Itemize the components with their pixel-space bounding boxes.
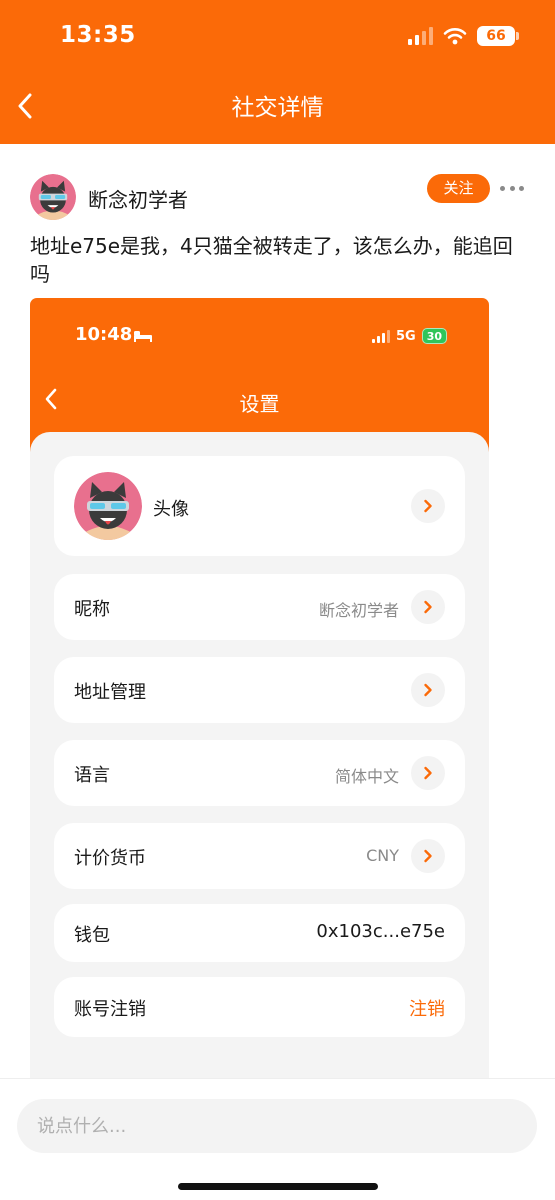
status-time: 13:35: [60, 22, 136, 48]
embedded-battery: 30: [421, 328, 447, 344]
follow-button[interactable]: 关注: [427, 174, 490, 203]
author-avatar[interactable]: [30, 174, 76, 220]
settings-row-address: 地址管理: [54, 657, 465, 723]
wallet-label: 钱包: [74, 925, 110, 946]
settings-avatar: [74, 472, 142, 540]
settings-avatar-label: 头像: [153, 499, 189, 520]
embedded-status-time: 10:48: [75, 324, 133, 345]
settings-row-language: 语言 简体中文: [54, 740, 465, 806]
nickname-label: 昵称: [74, 599, 110, 620]
bed-icon: [134, 331, 152, 342]
app-header: 13:35 66 社交详情: [0, 0, 555, 144]
embedded-network: 5G: [395, 328, 416, 344]
embedded-title: 设置: [239, 392, 280, 416]
settings-list: 头像 昵称 断念初学者 地址管理 语言 简体中文 计价货币 CNY 钱包 0x1…: [30, 432, 489, 1090]
avatar-icon: [30, 174, 76, 220]
status-icons: 66: [408, 26, 519, 46]
embedded-status-icons: 5G 30: [371, 328, 447, 344]
post-author-row: 断念初学者 关注: [30, 174, 530, 220]
chevron-right-icon: [411, 839, 445, 873]
author-name[interactable]: 断念初学者: [88, 184, 188, 213]
battery-icon: 66: [477, 26, 519, 46]
signal-icon: [408, 27, 433, 45]
chevron-right-icon: [411, 673, 445, 707]
post-text: 地址e75e是我，4只猫全被转走了，该怎么办，能追回吗: [30, 234, 513, 286]
comment-bar: [0, 1078, 555, 1200]
post-image[interactable]: 10:48 5G 30 设置 头像 昵称 断念初学者 地址管理 语言 简体中文 …: [30, 298, 489, 1090]
settings-row-nickname: 昵称 断念初学者: [54, 574, 465, 640]
home-indicator: [178, 1183, 378, 1190]
wallet-address: 0x103c...e75e: [316, 921, 445, 942]
currency-value: CNY: [366, 846, 399, 865]
address-label: 地址管理: [74, 682, 146, 703]
page-title: 社交详情: [231, 95, 324, 121]
language-label: 语言: [74, 765, 110, 786]
embedded-signal-icon: [371, 329, 390, 343]
nickname-value: 断念初学者: [318, 601, 399, 620]
more-icon[interactable]: [500, 178, 524, 198]
settings-row-currency: 计价货币 CNY: [54, 823, 465, 889]
chevron-right-icon: [411, 489, 445, 523]
comment-input[interactable]: [17, 1099, 537, 1153]
avatar-icon: [74, 472, 142, 540]
settings-row-account-delete: 账号注销 注销: [54, 977, 465, 1037]
settings-row-wallet: 钱包 0x103c...e75e: [54, 904, 465, 962]
settings-row-avatar: 头像: [54, 456, 465, 556]
chevron-right-icon: [411, 590, 445, 624]
language-value: 简体中文: [334, 767, 399, 786]
account-delete-action: 注销: [409, 999, 445, 1020]
chevron-right-icon: [411, 756, 445, 790]
wifi-icon: [443, 28, 467, 45]
currency-label: 计价货币: [74, 848, 146, 869]
account-delete-label: 账号注销: [74, 999, 146, 1020]
